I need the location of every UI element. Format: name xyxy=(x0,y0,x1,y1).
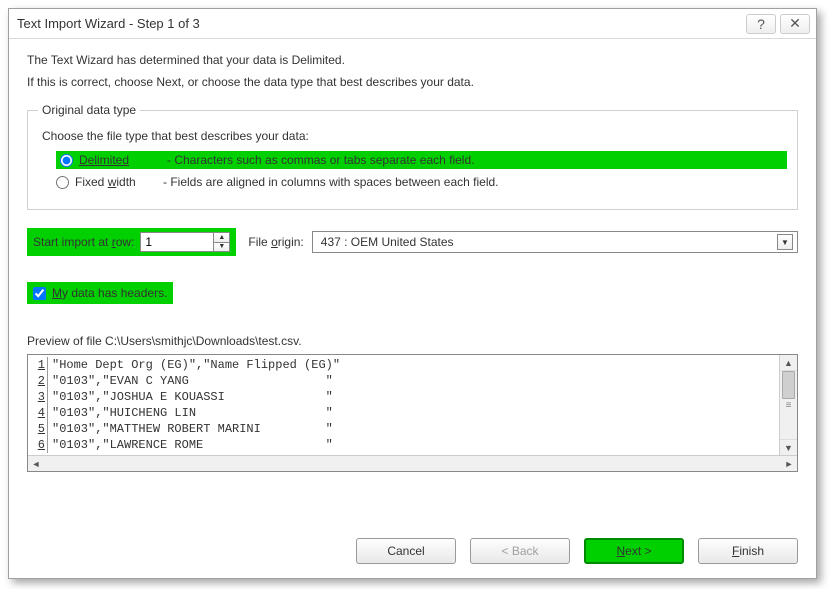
preview-row: 6"0103","LAWRENCE ROME " xyxy=(28,437,779,453)
intro-text-2: If this is correct, choose Next, or choo… xyxy=(27,75,798,89)
radio-delimited-row[interactable]: Delimited - Characters such as commas or… xyxy=(56,151,787,169)
start-row-spinner[interactable]: ▲ ▼ xyxy=(140,232,230,252)
radio-delimited[interactable] xyxy=(60,154,73,167)
horizontal-scrollbar[interactable]: ◄ ► xyxy=(28,455,797,471)
start-row-label: Start import at row: xyxy=(33,235,134,249)
preview-row: 4"0103","HUICHENG LIN " xyxy=(28,405,779,421)
help-button[interactable]: ? xyxy=(746,14,776,34)
finish-button[interactable]: Finish xyxy=(698,538,798,564)
radio-fixed-label: Fixed width xyxy=(75,175,159,189)
next-button[interactable]: Next > xyxy=(584,538,684,564)
radio-delimited-desc: - Characters such as commas or tabs sepa… xyxy=(167,153,474,167)
start-row-input[interactable] xyxy=(141,233,213,251)
preview-row: 3"0103","JOSHUA E KOUASSI " xyxy=(28,389,779,405)
button-bar: Cancel < Back Next > Finish xyxy=(9,524,816,578)
dropdown-icon[interactable]: ▼ xyxy=(777,234,793,250)
dialog-window: Text Import Wizard - Step 1 of 3 ? ✕ The… xyxy=(8,8,817,579)
scroll-right-icon[interactable]: ► xyxy=(781,456,797,471)
file-origin-select[interactable]: 437 : OEM United States ▼ xyxy=(312,231,798,253)
radio-fixed-width[interactable] xyxy=(56,176,69,189)
group-legend: Original data type xyxy=(38,103,140,117)
spinner-up[interactable]: ▲ xyxy=(214,233,229,242)
back-button[interactable]: < Back xyxy=(470,538,570,564)
scroll-down-icon[interactable]: ▼ xyxy=(780,439,797,455)
content-area: The Text Wizard has determined that your… xyxy=(9,39,816,524)
original-data-type-group: Original data type Choose the file type … xyxy=(27,103,798,210)
file-origin-label: File origin: xyxy=(248,235,303,249)
preview-label: Preview of file C:\Users\smithjc\Downloa… xyxy=(27,334,798,348)
preview-row: 5"0103","MATTHEW ROBERT MARINI " xyxy=(28,421,779,437)
preview-row: 1"Home Dept Org (EG)","Name Flipped (EG)… xyxy=(28,357,779,373)
group-prompt: Choose the file type that best describes… xyxy=(42,129,787,143)
close-button[interactable]: ✕ xyxy=(780,14,810,34)
headers-checkbox[interactable] xyxy=(33,287,46,300)
title-bar: Text Import Wizard - Step 1 of 3 ? ✕ xyxy=(9,9,816,39)
scroll-up-icon[interactable]: ▲ xyxy=(780,355,797,371)
radio-fixed-desc: - Fields are aligned in columns with spa… xyxy=(163,175,499,189)
scroll-grip-icon: ≡ xyxy=(780,398,797,412)
scroll-left-icon[interactable]: ◄ xyxy=(28,456,44,471)
radio-delimited-label: Delimited xyxy=(79,153,163,167)
spinner-down[interactable]: ▼ xyxy=(214,242,229,252)
preview-list: 1"Home Dept Org (EG)","Name Flipped (EG)… xyxy=(28,355,779,455)
headers-label: My data has headers. xyxy=(52,286,167,300)
preview-box: 1"Home Dept Org (EG)","Name Flipped (EG)… xyxy=(27,354,798,472)
vertical-scrollbar[interactable]: ▲ ≡ ▼ xyxy=(779,355,797,455)
import-row: Start import at row: ▲ ▼ File origin: 43… xyxy=(27,228,798,256)
radio-fixed-row[interactable]: Fixed width - Fields are aligned in colu… xyxy=(56,175,787,189)
window-title: Text Import Wizard - Step 1 of 3 xyxy=(17,16,742,31)
headers-checkbox-block[interactable]: My data has headers. xyxy=(27,282,173,304)
preview-row: 2"0103","EVAN C YANG " xyxy=(28,373,779,389)
file-origin-value: 437 : OEM United States xyxy=(321,235,777,249)
scroll-thumb[interactable] xyxy=(782,371,795,399)
cancel-button[interactable]: Cancel xyxy=(356,538,456,564)
intro-text-1: The Text Wizard has determined that your… xyxy=(27,53,798,67)
start-row-block: Start import at row: ▲ ▼ xyxy=(27,228,236,256)
